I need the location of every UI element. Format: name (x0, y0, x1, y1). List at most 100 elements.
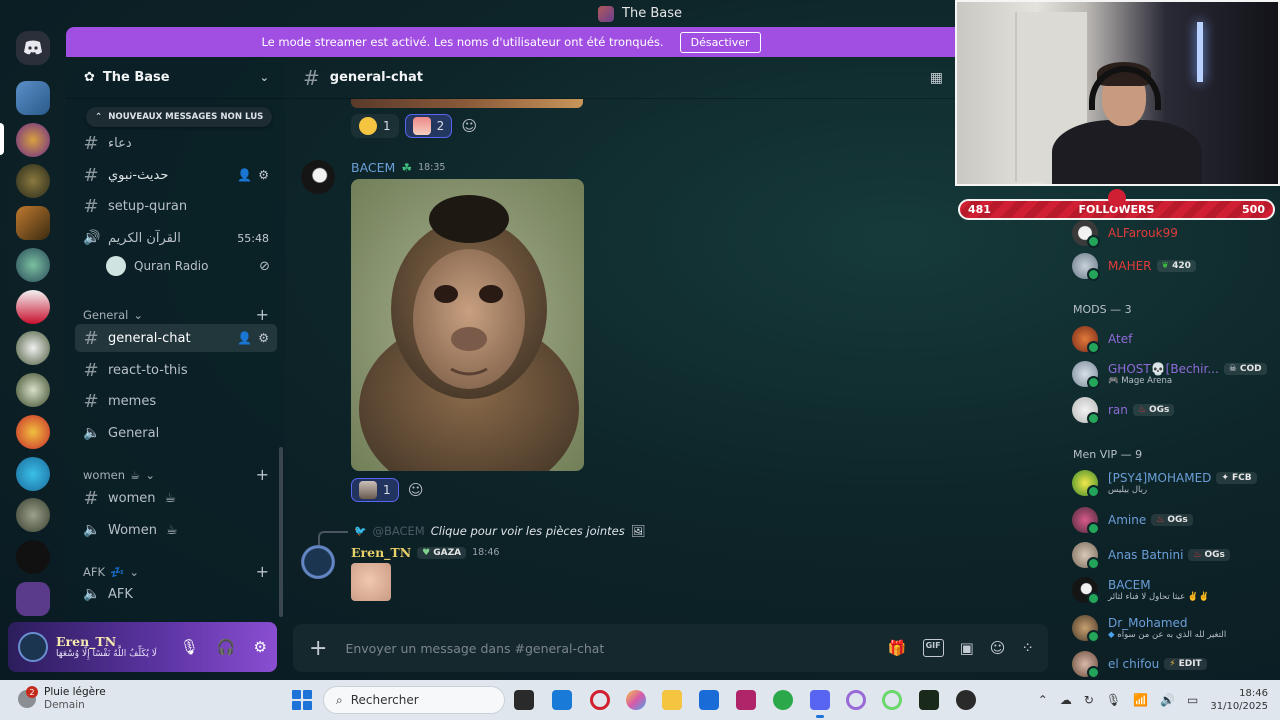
apps-icon[interactable]: ⁘ (1021, 639, 1034, 657)
member-item[interactable]: Anas Batnini ♨ OGs (1072, 542, 1272, 570)
discord-home-button[interactable] (16, 31, 50, 65)
xbox-icon[interactable] (773, 690, 793, 710)
member-item[interactable]: BACEM عبثا تحاول لا فناء لثائر ✌️✌️ (1072, 577, 1272, 605)
voice-channel-women[interactable]: 🔈 Women ☕ (75, 516, 277, 544)
add-channel-icon[interactable]: + (256, 562, 269, 581)
voice-channel-quran[interactable]: 🔊 القرآن الكريم 55:48 (75, 224, 277, 252)
avatar[interactable] (301, 160, 335, 194)
server-icon-1[interactable] (16, 81, 50, 115)
opera-air-icon[interactable] (882, 690, 902, 710)
server-icon-4[interactable] (16, 206, 50, 240)
app-icon[interactable] (736, 690, 756, 710)
opera-gx-icon[interactable] (590, 690, 610, 710)
category-afk[interactable]: AFK 💤 ⌄ + (83, 562, 269, 581)
channel-memes[interactable]: # memes (75, 387, 277, 415)
server-icon-7[interactable] (16, 331, 50, 365)
sync-icon[interactable]: ↻ (1084, 693, 1094, 707)
clock[interactable]: 18:46 31/10/2025 (1210, 687, 1268, 714)
battery-icon[interactable]: ▭ (1187, 693, 1198, 707)
gear-icon[interactable]: ⚙ (254, 638, 267, 656)
obs-icon[interactable] (956, 690, 976, 710)
widgets-app-icon[interactable] (552, 690, 572, 710)
wifi-icon[interactable]: 📶 (1133, 693, 1148, 707)
chevron-up-icon[interactable]: ⌃ (1038, 693, 1048, 707)
member-item[interactable]: ran ♨ OGs (1072, 397, 1272, 425)
taskbar-search[interactable]: ⌕ Rechercher (323, 686, 505, 714)
add-reaction-icon[interactable]: ☺ (405, 479, 427, 501)
previous-image-attachment[interactable] (351, 99, 583, 108)
microphone-icon[interactable]: 🎙 (1106, 693, 1121, 707)
add-reaction-icon[interactable]: ☺ (458, 115, 480, 137)
weather-widget[interactable]: 2 Pluie légère Demain (18, 686, 106, 712)
baby-image-attachment[interactable] (351, 563, 391, 601)
server-icon-3[interactable] (16, 164, 50, 198)
threads-icon[interactable]: ▦ (930, 70, 943, 86)
gif-icon[interactable]: GIF (922, 639, 944, 657)
server-icon-the-base[interactable] (16, 123, 50, 157)
member-item[interactable]: MAHER ❦ 420 (1072, 253, 1272, 281)
tray-app-icon[interactable]: ☁ (1060, 693, 1072, 707)
server-icon-11[interactable] (16, 498, 50, 532)
reaction-custom[interactable]: 2 (404, 114, 453, 138)
message-input[interactable] (345, 640, 870, 656)
channel-react-to-this[interactable]: # react-to-this (75, 356, 277, 384)
member-item[interactable]: ALFarouk99 (1072, 220, 1272, 248)
copilot-icon[interactable] (626, 690, 646, 710)
gear-icon[interactable]: ⚙ (258, 168, 269, 182)
member-item[interactable]: GHOST💀[Bechir... ☠ COD 🎮 Mage Arena (1072, 361, 1272, 389)
microphone-icon[interactable]: 🎙 (180, 638, 199, 656)
headphones-icon[interactable]: 🎧 (217, 638, 236, 656)
channel-setup-quran[interactable]: # setup-quran (75, 192, 277, 220)
server-icon-12[interactable] (16, 540, 50, 574)
volume-icon[interactable]: 🔊 (1160, 693, 1175, 707)
voice-channel-general[interactable]: 🔈 General (75, 419, 277, 447)
server-icon-8[interactable] (16, 373, 50, 407)
reaction-custom[interactable]: 1 (351, 478, 399, 502)
emoji-icon[interactable]: ☺ (990, 639, 1006, 657)
gear-icon[interactable]: ⚙ (258, 331, 269, 345)
server-icon-psy[interactable] (16, 290, 50, 324)
terminal-icon[interactable] (919, 690, 939, 710)
add-channel-icon[interactable]: + (256, 305, 269, 324)
member-item[interactable]: Dr_Mohamed ◆ التغير لله الذي به عن من سو… (1072, 615, 1272, 643)
add-attachment-icon[interactable]: + (309, 636, 327, 661)
disable-streamer-mode-button[interactable]: Désactiver (679, 31, 761, 53)
server-icon-10[interactable] (16, 457, 50, 491)
reply-preview[interactable]: 🐦 @BACEM Clique pour voir les pièces joi… (354, 524, 645, 538)
avatar[interactable] (301, 545, 335, 579)
member-item[interactable]: [PSY4]MOHAMED ✦ FCB ربال بيليس (1072, 470, 1272, 498)
category-women[interactable]: women ☕ ⌄ + (83, 465, 269, 484)
server-icon-5[interactable] (16, 248, 50, 282)
voice-user-quran-radio[interactable]: Quran Radio ⊘ (106, 256, 270, 276)
user-avatar[interactable] (18, 632, 48, 662)
opera-icon[interactable] (846, 690, 866, 710)
invite-icon[interactable]: 👤 (237, 168, 252, 182)
author-name[interactable]: Eren_TN (351, 545, 411, 560)
category-general[interactable]: General ⌄ + (83, 305, 269, 324)
channel-general-chat[interactable]: # general-chat 👤 ⚙ (75, 324, 277, 352)
author-name[interactable]: BACEM (351, 160, 395, 175)
discord-taskbar-icon[interactable] (810, 690, 830, 718)
add-channel-icon[interactable]: + (256, 465, 269, 484)
server-header[interactable]: ✿ The Base ⌄ (66, 57, 285, 99)
sticker-icon[interactable]: ▣ (960, 639, 974, 657)
microsoft-store-icon[interactable] (699, 690, 719, 710)
windows-start-button[interactable] (292, 690, 312, 710)
channel-women[interactable]: # women ☕ (75, 484, 277, 512)
reaction-laugh[interactable]: 1 (351, 114, 399, 138)
monkey-image-attachment[interactable] (351, 179, 584, 471)
member-item[interactable]: el chifou ⚡ EDIT (1072, 651, 1272, 679)
server-icon-13[interactable] (16, 582, 50, 616)
channel-doaa[interactable]: # دعاء (75, 129, 277, 157)
sidebar-scrollbar[interactable] (279, 447, 283, 617)
unread-messages-pill[interactable]: ⌃ NOUVEAUX MESSAGES NON LUS (86, 107, 273, 127)
gift-icon[interactable]: 🎁 (888, 639, 907, 657)
file-explorer-icon[interactable] (662, 690, 682, 710)
task-view-icon[interactable] (514, 690, 534, 710)
member-item[interactable]: Atef (1072, 326, 1272, 354)
member-item[interactable]: Amine ♨ OGs (1072, 507, 1272, 535)
voice-channel-afk[interactable]: 🔈 AFK (75, 580, 277, 608)
server-icon-9[interactable] (16, 415, 50, 449)
channel-hadith[interactable]: # حديث-نبوي 👤 ⚙ (75, 161, 277, 189)
invite-icon[interactable]: 👤 (237, 331, 252, 345)
